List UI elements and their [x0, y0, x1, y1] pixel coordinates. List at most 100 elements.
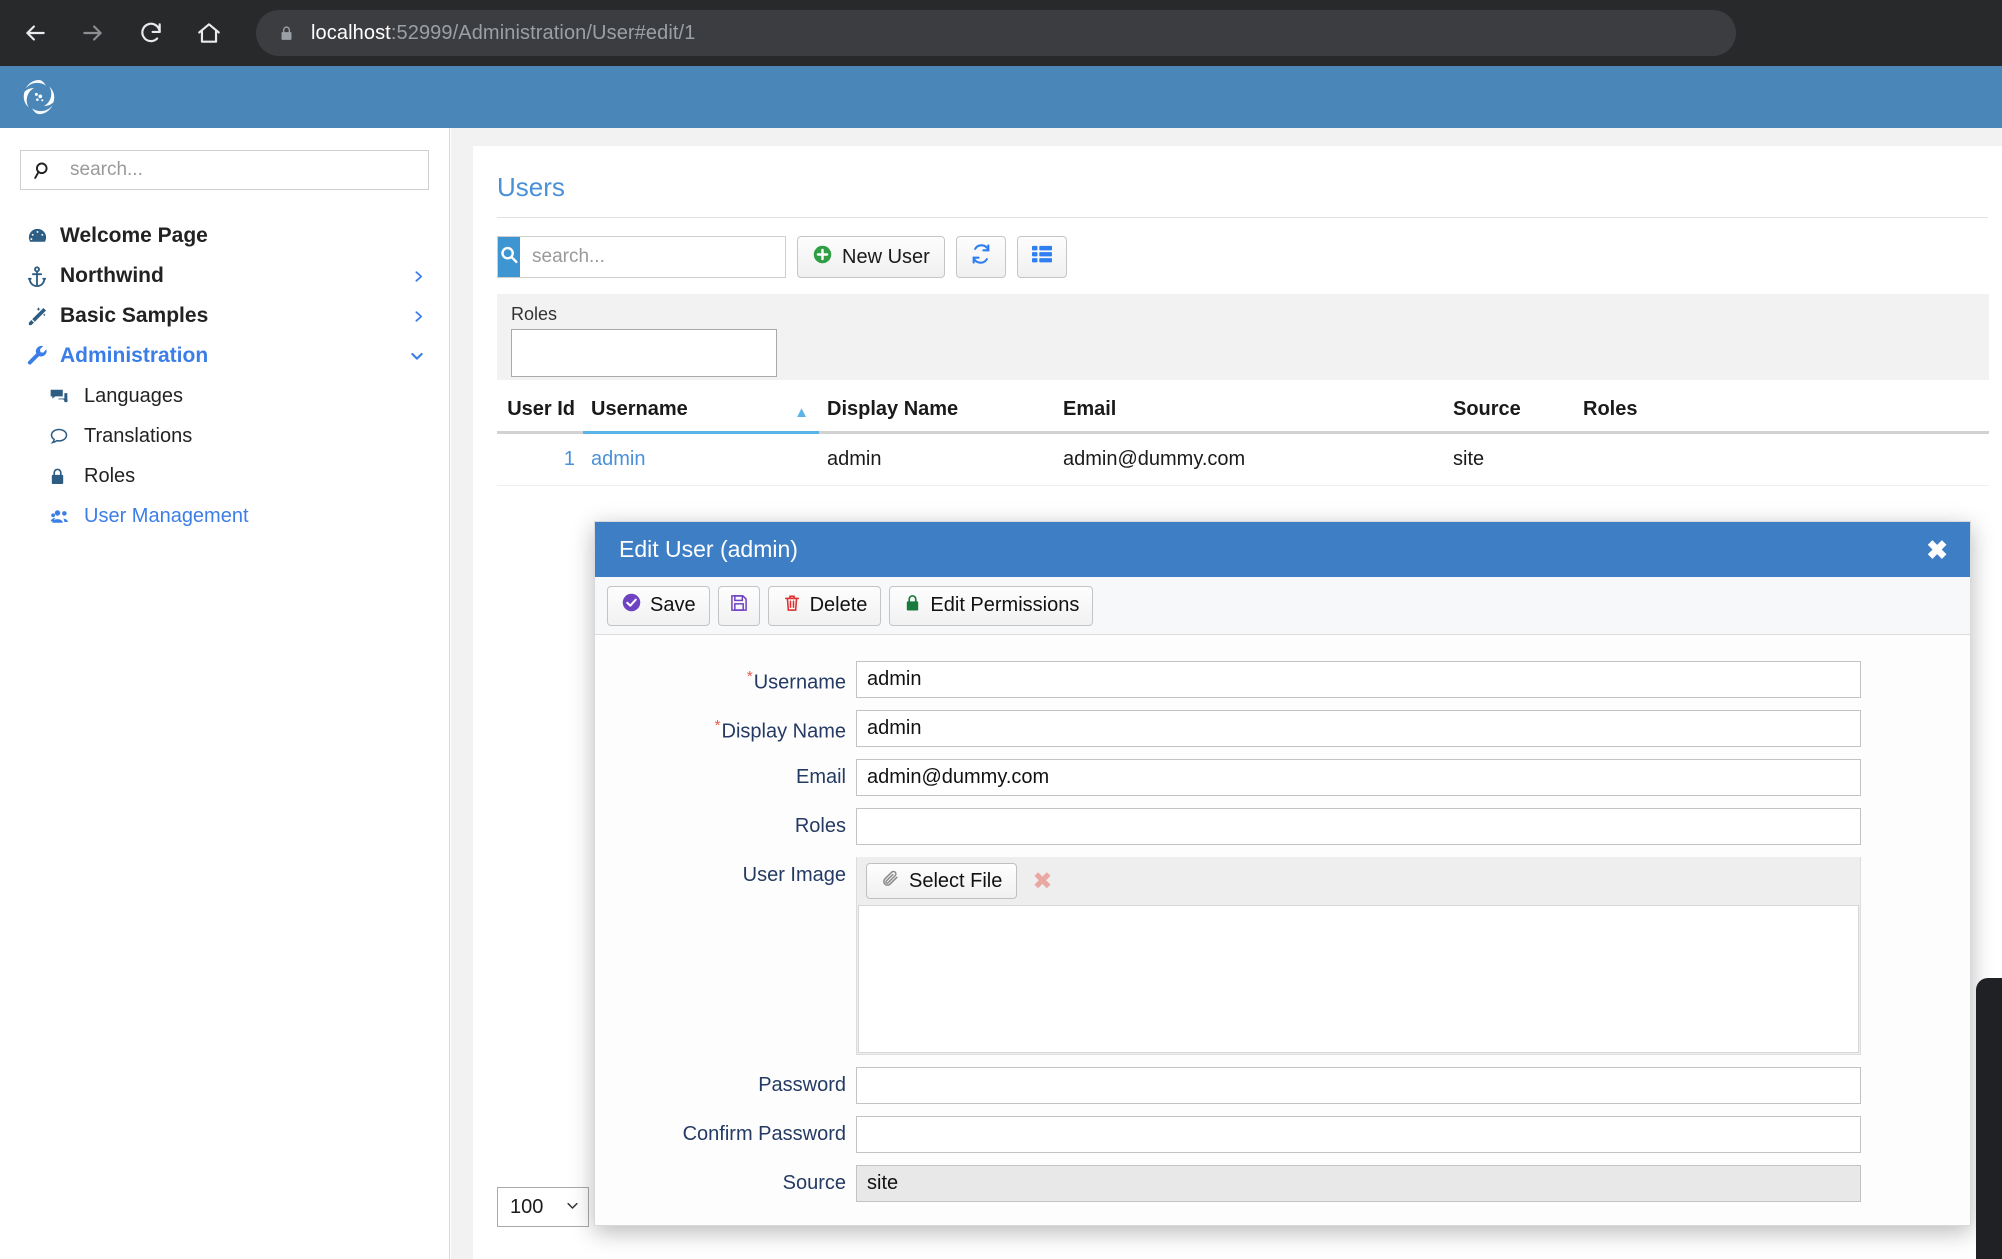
delete-button[interactable]: Delete: [767, 585, 882, 626]
sidebar-item-basic-samples[interactable]: Basic Samples: [0, 296, 449, 336]
page-size-value: 100: [510, 1195, 544, 1218]
reload-icon: [138, 20, 164, 46]
back-arrow-icon: [22, 20, 48, 46]
email-input[interactable]: [856, 759, 1861, 796]
sidebar-item-user-management[interactable]: User Management: [0, 496, 449, 536]
sidebar-item-languages[interactable]: Languages: [0, 376, 449, 416]
url-path: :52999/Administration/User#edit/1: [390, 21, 696, 44]
plus-circle-icon: [812, 244, 833, 271]
form-row-user-image: User Image Select File ✖: [595, 857, 1970, 1055]
roles-filter-label: Roles: [511, 304, 558, 324]
form-row-display-name: *Display Name: [595, 710, 1970, 747]
column-picker-button[interactable]: [1016, 236, 1067, 278]
sidebar-item-administration[interactable]: Administration: [0, 336, 449, 376]
page-size-select[interactable]: 100: [497, 1187, 589, 1227]
username-input[interactable]: [856, 661, 1861, 698]
sidebar-item-roles[interactable]: Roles: [0, 456, 449, 496]
display-name-input[interactable]: [856, 710, 1861, 747]
anchor-icon: [26, 265, 60, 288]
roles-filter-input[interactable]: [511, 329, 777, 377]
sidebar-item-welcome-page[interactable]: Welcome Page: [0, 216, 449, 256]
sidebar-item-northwind[interactable]: Northwind: [0, 256, 449, 296]
save-as-button[interactable]: [717, 585, 760, 626]
sidebar-nav: Welcome Page Northwind Basic Samples Adm…: [0, 216, 449, 536]
back-button[interactable]: [12, 10, 58, 56]
column-header-email[interactable]: Email: [1055, 398, 1445, 434]
roles-label-text: Roles: [794, 815, 846, 837]
address-bar[interactable]: localhost:52999/Administration/User#edit…: [256, 10, 1736, 56]
home-icon: [196, 20, 222, 46]
cell-source: site: [1445, 432, 1575, 486]
browser-chrome: localhost:52999/Administration/User#edit…: [0, 0, 2002, 66]
sidebar-item-label: Translations: [84, 424, 193, 447]
source-label-text: Source: [782, 1172, 846, 1194]
form-row-username: *Username: [595, 661, 1970, 698]
sidebar-search-container[interactable]: [20, 150, 429, 190]
column-header-display-name[interactable]: Display Name: [819, 398, 1055, 434]
users-table-head: User Id Username ▲ Display Name Email So…: [497, 398, 1989, 434]
column-header-roles[interactable]: Roles: [1575, 398, 1989, 434]
save-label: Save: [650, 594, 696, 616]
users-table-body: 1 admin admin admin@dummy.com site: [497, 432, 1989, 486]
roles-input[interactable]: [856, 808, 1861, 845]
save-button[interactable]: Save: [607, 585, 710, 626]
sidebar-search-input[interactable]: [68, 158, 416, 182]
grid-search-button[interactable]: [498, 237, 520, 277]
column-header-source[interactable]: Source: [1445, 398, 1575, 434]
sidebar-item-label: Administration: [60, 344, 209, 367]
page-title: Users: [497, 172, 565, 202]
column-header-user-id[interactable]: User Id: [497, 398, 583, 434]
new-user-button[interactable]: New User: [797, 236, 945, 278]
edit-permissions-button[interactable]: Edit Permissions: [889, 585, 1094, 626]
home-button[interactable]: [186, 10, 232, 56]
password-input[interactable]: [856, 1067, 1861, 1104]
sidebar-item-translations[interactable]: Translations: [0, 416, 449, 456]
cell-username[interactable]: admin: [583, 432, 819, 486]
filter-panel: Roles: [497, 294, 1989, 380]
user-image-panel: Select File ✖: [856, 857, 1861, 1055]
wrench-icon: [26, 345, 60, 368]
form-row-password: Password: [595, 1067, 1970, 1104]
modal-toolbar: Save Delete Edit Permissions: [595, 577, 1970, 635]
username-label-text: Username: [753, 671, 846, 694]
chevron-right-icon[interactable]: [407, 308, 425, 325]
form-row-confirm-password: Confirm Password: [595, 1116, 1970, 1153]
page-scrollbar[interactable]: [1976, 978, 2002, 1259]
password-label-text: Password: [758, 1074, 846, 1096]
swirl-logo-icon[interactable]: [18, 76, 60, 118]
user-image-preview[interactable]: [858, 905, 1859, 1053]
paperclip-icon: [881, 869, 900, 894]
form-row-email: Email: [595, 759, 1970, 796]
confirm-password-input[interactable]: [856, 1116, 1861, 1153]
column-picker-icon: [1031, 244, 1053, 270]
grid-search-container[interactable]: [497, 236, 789, 278]
chevron-right-icon[interactable]: [407, 268, 425, 285]
refresh-icon: [970, 243, 992, 271]
required-indicator: *: [714, 717, 721, 734]
trash-icon: [782, 593, 802, 619]
select-file-button[interactable]: Select File: [866, 863, 1018, 899]
email-label: Email: [595, 759, 856, 789]
cell-roles: [1575, 432, 1989, 486]
url-host: localhost: [311, 21, 391, 44]
search-icon: [33, 160, 54, 181]
reload-button[interactable]: [128, 10, 174, 56]
sidebar: Welcome Page Northwind Basic Samples: [0, 128, 450, 1259]
column-header-username[interactable]: Username ▲: [583, 398, 819, 434]
source-label: Source: [595, 1165, 856, 1195]
forward-button[interactable]: [70, 10, 116, 56]
forward-arrow-icon: [80, 20, 106, 46]
users-table: User Id Username ▲ Display Name Email So…: [497, 398, 1989, 486]
close-icon[interactable]: ✖: [1926, 537, 1948, 563]
title-divider: [497, 217, 1988, 218]
grid-search-input[interactable]: [520, 237, 789, 277]
password-label: Password: [595, 1067, 856, 1097]
table-row[interactable]: 1 admin admin admin@dummy.com site: [497, 432, 1989, 486]
check-circle-icon: [621, 592, 642, 619]
clear-x-icon[interactable]: ✖: [1023, 863, 1061, 899]
chevron-down-icon[interactable]: [407, 348, 425, 364]
confirm-password-label-text: Confirm Password: [682, 1123, 846, 1145]
lock-icon: [48, 466, 84, 487]
refresh-button[interactable]: [955, 236, 1006, 278]
form-row-roles: Roles: [595, 808, 1970, 845]
